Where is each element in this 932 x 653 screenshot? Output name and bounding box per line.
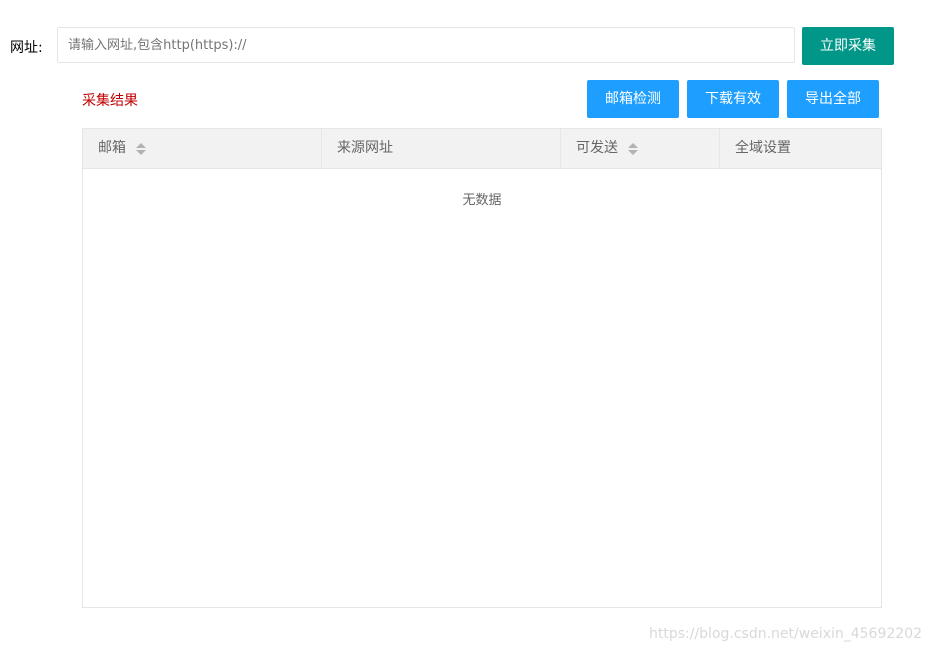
sort-ascending-icon[interactable] [628,142,638,148]
sort-descending-icon[interactable] [628,149,638,155]
url-input[interactable] [57,27,795,63]
url-label: 网址: [10,40,43,56]
table-header: 邮箱 来源网址 可发送 全域设置 [83,129,881,169]
empty-state-text: 无数据 [462,193,502,208]
column-header-label: 邮箱 [98,140,126,156]
page: 网址: 立即采集 采集结果 邮箱检测 下载有效 导出全部 邮箱 来源网址 可发送 [0,0,932,653]
collect-now-button[interactable]: 立即采集 [802,27,894,65]
column-header-label: 全域设置 [735,140,791,156]
column-header-label: 可发送 [576,140,618,156]
results-table: 邮箱 来源网址 可发送 全域设置 无数据 [82,128,882,608]
column-header-email[interactable]: 邮箱 [83,129,322,168]
sort-descending-icon[interactable] [136,149,146,155]
sort-icon[interactable] [136,142,146,155]
sort-icon[interactable] [628,142,638,155]
column-header-source-url: 来源网址 [322,129,561,168]
sort-ascending-icon[interactable] [136,142,146,148]
export-all-button[interactable]: 导出全部 [787,80,879,118]
column-header-global-settings: 全域设置 [720,129,881,168]
result-title: 采集结果 [82,93,138,109]
download-valid-button[interactable]: 下载有效 [687,80,779,118]
watermark: https://blog.csdn.net/weixin_45692202 [648,626,922,642]
column-header-label: 来源网址 [337,140,393,156]
column-header-sendable[interactable]: 可发送 [561,129,720,168]
check-email-button[interactable]: 邮箱检测 [587,80,679,118]
